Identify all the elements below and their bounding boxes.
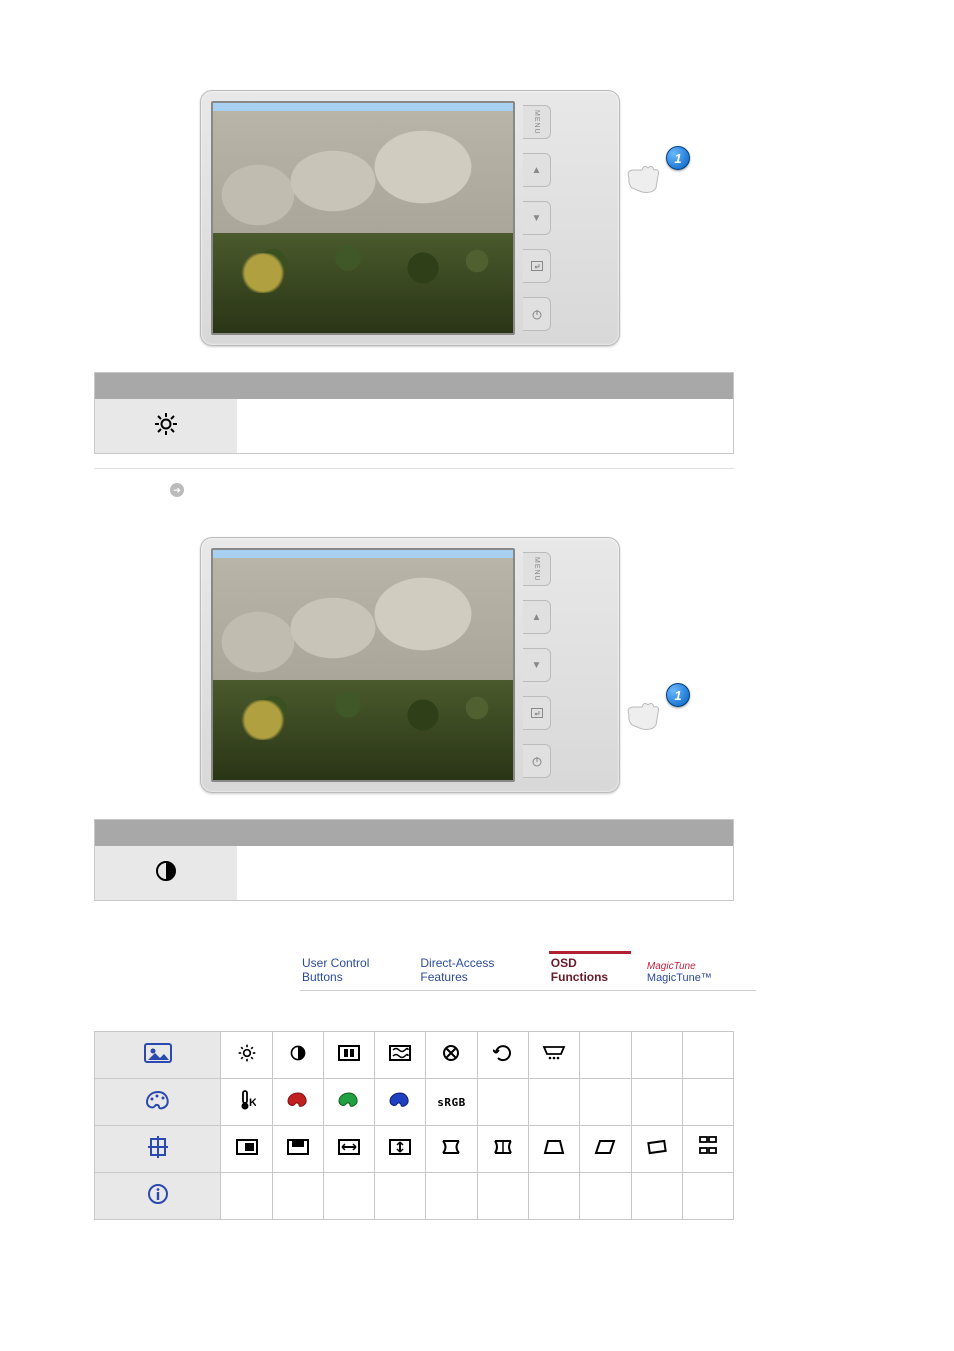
power-button[interactable] xyxy=(523,297,551,331)
callout-badge-1: 1 xyxy=(666,683,690,707)
brightness-desc-table xyxy=(94,372,734,454)
osd-v-size[interactable] xyxy=(375,1126,426,1173)
palette-category-icon xyxy=(145,1090,171,1110)
svg-text:K: K xyxy=(249,1097,256,1109)
palette-blue-icon xyxy=(389,1092,411,1108)
rotation-icon xyxy=(646,1139,668,1155)
side-button-column: MENU ▲ ▼ xyxy=(523,101,551,335)
tab-magictune[interactable]: MagicTune MagicTune™ xyxy=(645,956,756,988)
osd-srgb[interactable]: sRGB xyxy=(426,1079,478,1126)
tab-osd-functions[interactable]: OSD Functions xyxy=(549,951,631,988)
osd-signal-source[interactable] xyxy=(528,1032,579,1079)
h-size-icon xyxy=(338,1139,360,1155)
osd-brightness[interactable] xyxy=(221,1032,272,1079)
parallelogram-icon xyxy=(594,1139,616,1155)
osd-sharpness[interactable] xyxy=(323,1032,374,1079)
side-button-column: MENU ▲ ▼ xyxy=(523,548,551,782)
osd-row-picture xyxy=(95,1032,734,1079)
monitor-illustration-brightness: MENU ▲ ▼ 1 xyxy=(200,90,620,346)
contrast-desc-text xyxy=(237,846,734,901)
monitor-bezel: MENU ▲ ▼ xyxy=(200,537,620,793)
down-button[interactable]: ▼ xyxy=(523,201,551,235)
osd-red[interactable] xyxy=(272,1079,323,1126)
osd-h-position[interactable] xyxy=(221,1126,272,1173)
section-divider xyxy=(94,468,734,469)
geometry-category-icon xyxy=(146,1136,170,1158)
osd-rotation[interactable] xyxy=(631,1126,682,1173)
v-position-icon xyxy=(287,1139,309,1155)
category-information[interactable] xyxy=(95,1173,221,1220)
osd-pinbalance[interactable] xyxy=(477,1126,528,1173)
palette-green-icon xyxy=(338,1092,360,1108)
monitor-screen xyxy=(211,548,515,782)
osd-trapezoid[interactable] xyxy=(528,1126,579,1173)
osd-green[interactable] xyxy=(323,1079,374,1126)
brightness-icon xyxy=(237,1043,257,1063)
down-button[interactable]: ▼ xyxy=(523,648,551,682)
v-size-icon xyxy=(389,1139,411,1155)
signal-source-icon xyxy=(542,1045,566,1061)
color-temp-icon: K xyxy=(238,1090,256,1110)
up-button[interactable]: ▲ xyxy=(523,600,551,634)
brightness-desc-text xyxy=(237,399,734,454)
tab-direct-access[interactable]: Direct-Access Features xyxy=(418,952,534,988)
hand-callout-up: 1 xyxy=(630,150,690,200)
osd-fine[interactable] xyxy=(426,1032,478,1079)
pincushion-icon xyxy=(440,1139,462,1155)
contrast-icon xyxy=(155,860,177,882)
tab-user-control[interactable]: User Control Buttons xyxy=(300,952,404,988)
srgb-label: sRGB xyxy=(437,1096,466,1109)
sharpness-icon xyxy=(338,1045,360,1061)
enter-button[interactable] xyxy=(523,249,551,283)
brightness-icon-cell xyxy=(95,399,238,454)
pointing-hand-icon xyxy=(624,695,664,735)
info-category-icon xyxy=(147,1183,169,1205)
fine-icon xyxy=(442,1044,460,1062)
category-color[interactable] xyxy=(95,1079,221,1126)
osd-row-info xyxy=(95,1173,734,1220)
osd-v-position[interactable] xyxy=(272,1126,323,1173)
hand-callout-down: 1 xyxy=(630,687,690,737)
palette-red-icon xyxy=(287,1092,309,1108)
osd-parallelogram[interactable] xyxy=(580,1126,631,1173)
osd-zoom[interactable] xyxy=(682,1126,733,1173)
arrow-bullet-icon: ➔ xyxy=(170,483,184,497)
monitor-screen xyxy=(211,101,515,335)
osd-blue[interactable] xyxy=(375,1079,426,1126)
osd-color-temp[interactable]: K xyxy=(221,1079,272,1126)
menu-button[interactable]: MENU xyxy=(523,105,551,139)
category-geometry[interactable] xyxy=(95,1126,221,1173)
auto-adjust-icon xyxy=(493,1044,513,1062)
h-position-icon xyxy=(236,1139,258,1155)
osd-row-color: K sRGB xyxy=(95,1079,734,1126)
section-tabs: User Control Buttons Direct-Access Featu… xyxy=(300,951,756,991)
contrast-icon xyxy=(289,1044,307,1062)
zoom-icon xyxy=(697,1136,719,1158)
pinbalance-icon xyxy=(492,1139,514,1155)
osd-auto-adjust[interactable] xyxy=(477,1032,528,1079)
menu-button[interactable]: MENU xyxy=(523,552,551,586)
osd-pincushion[interactable] xyxy=(426,1126,478,1173)
enter-button[interactable] xyxy=(523,696,551,730)
up-button[interactable]: ▲ xyxy=(523,153,551,187)
osd-h-size[interactable] xyxy=(323,1126,374,1173)
monitor-illustration-contrast: MENU ▲ ▼ 1 xyxy=(200,537,620,793)
trapezoid-icon xyxy=(543,1139,565,1155)
contrast-desc-table xyxy=(94,819,734,901)
brightness-icon xyxy=(154,412,178,436)
osd-row-geometry xyxy=(95,1126,734,1173)
magictune-logo-icon: MagicTune xyxy=(647,961,696,972)
contrast-bullet: ➔ xyxy=(170,483,954,497)
power-button[interactable] xyxy=(523,744,551,778)
coarse-icon xyxy=(389,1045,411,1061)
callout-badge-1: 1 xyxy=(666,146,690,170)
osd-contrast[interactable] xyxy=(272,1032,323,1079)
osd-coarse[interactable] xyxy=(375,1032,426,1079)
contrast-icon-cell xyxy=(95,846,238,901)
category-picture[interactable] xyxy=(95,1032,221,1079)
pointing-hand-icon xyxy=(624,158,664,198)
osd-function-grid: K sRGB xyxy=(94,1031,734,1220)
monitor-bezel: MENU ▲ ▼ xyxy=(200,90,620,346)
picture-category-icon xyxy=(144,1043,172,1063)
